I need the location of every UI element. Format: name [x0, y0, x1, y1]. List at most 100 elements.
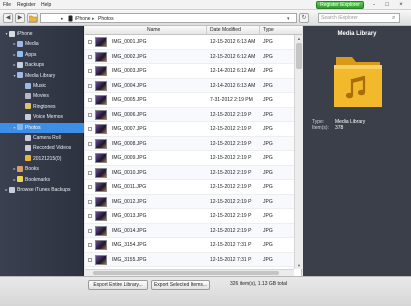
row-checkbox[interactable] [88, 199, 92, 204]
back-button[interactable]: ◀ [3, 13, 13, 23]
file-name: IMG_0005.JPG [112, 97, 147, 103]
folder-icon [28, 15, 37, 23]
sidebar-item[interactable]: Ringtones [0, 102, 84, 112]
scroll-up-icon[interactable]: ▲ [295, 35, 303, 42]
table-row[interactable]: IMG_0009.JPG 12-15-2012 2:19 P JPG [85, 151, 294, 166]
photo-thumbnail [95, 196, 107, 207]
column-divider[interactable] [259, 26, 260, 35]
photo-thumbnail [95, 240, 107, 250]
sidebar-item[interactable]: Camera Roll [0, 133, 84, 143]
vertical-scrollbar[interactable]: ▲ ▼ [294, 35, 302, 269]
sidebar-item[interactable]: Music [0, 81, 84, 91]
scroll-thumb[interactable] [93, 271, 279, 275]
table-row[interactable]: IMG_0004.JPG 12-14-2012 6:13 AM JPG [85, 78, 294, 93]
column-header-name[interactable]: Name [147, 27, 160, 33]
export-library-button[interactable]: Export Entire Library... [88, 280, 148, 290]
sidebar-item[interactable]: ▸ Books [0, 164, 84, 174]
sidebar-item[interactable]: ▸ Backups [0, 60, 84, 70]
export-selected-button[interactable]: Export Selected Items... [151, 280, 210, 290]
table-row[interactable]: IMG_0002.JPG 12-15-2012 6:12 AM JPG [85, 49, 294, 64]
table-row[interactable]: IMG_0001.JPG 12-15-2012 6:13 AM JPG [85, 35, 294, 50]
table-row[interactable]: IMG_0014.JPG 12-15-2012 2:19 P JPG [85, 223, 294, 238]
sidebar-item[interactable]: Recorded Videos [0, 143, 84, 153]
breadcrumb-separator: ▸ [61, 16, 64, 22]
maximize-button[interactable]: □ [381, 1, 393, 9]
file-type: JPG [263, 39, 273, 45]
sidebar-item[interactable]: ▸ Media [0, 39, 84, 49]
column-header-type[interactable]: Type [263, 27, 274, 33]
file-date: 12-15-2012 2:19 P [210, 140, 252, 147]
file-type: JPG [263, 53, 273, 60]
row-checkbox[interactable] [88, 228, 92, 233]
row-checkbox[interactable] [88, 83, 92, 88]
table-row[interactable]: IMG_0012.JPG 12-15-2012 2:19 P JPG [85, 194, 294, 209]
photo-thumbnail [95, 153, 107, 163]
address-bar[interactable]: ▸ iPhone ▸ Photos ▾ [40, 13, 297, 23]
sidebar-item[interactable]: ▾ iPhone [0, 29, 84, 39]
row-checkbox[interactable] [88, 185, 92, 189]
file-name: IMG_0006.JPG [112, 111, 147, 118]
table-row[interactable]: IMG_0008.JPG 12-15-2012 2:19 P JPG [85, 136, 294, 151]
refresh-button[interactable]: ↻ [299, 13, 309, 23]
folder-up-button[interactable] [27, 13, 38, 23]
row-checkbox[interactable] [88, 257, 92, 262]
column-divider[interactable] [206, 26, 207, 35]
scroll-thumb[interactable] [296, 43, 302, 69]
chevron-down-icon[interactable]: ▾ [287, 16, 290, 22]
music-note-icon [17, 41, 23, 48]
row-checkbox[interactable] [88, 40, 92, 44]
column-header-date[interactable]: Date Modified [210, 27, 241, 33]
sidebar-item[interactable]: ▸ Bookmarks [0, 175, 84, 185]
menu-register[interactable]: Register [17, 2, 36, 8]
menu-help[interactable]: Help [41, 2, 51, 8]
sidebar-item-label: Books [25, 166, 39, 173]
row-checkbox[interactable] [88, 243, 92, 247]
table-row[interactable]: IMG_0011.JPG 12-15-2012 2:19 P JPG [85, 180, 294, 195]
row-checkbox[interactable] [88, 170, 92, 175]
sidebar-item[interactable]: ▸ Apps [0, 50, 84, 60]
scroll-down-icon[interactable]: ▼ [295, 262, 303, 269]
file-type: JPG [263, 155, 273, 161]
menu-bar: File Register Help Register iExplorer - … [0, 0, 411, 10]
search-input[interactable]: Search iExplorer [318, 13, 400, 23]
music-note-icon [25, 82, 31, 89]
table-row[interactable]: IMG_0005.JPG 7-31-2012 2:19 PM JPG [85, 93, 294, 108]
row-checkbox[interactable] [88, 127, 92, 131]
menu-file[interactable]: File [3, 2, 11, 8]
row-checkbox[interactable] [88, 214, 92, 218]
table-row[interactable]: IMG_0003.JPG 12-14-2012 6:12 AM JPG [85, 64, 294, 79]
sidebar-item[interactable]: ▾ Media Library [0, 71, 84, 81]
horizontal-scrollbar[interactable] [85, 269, 294, 276]
details-title: Media Library [337, 31, 377, 37]
search-icon[interactable]: ⌕ [392, 14, 409, 22]
details-panel: Media Library Type: Media Library Item(s… [303, 26, 411, 276]
register-button[interactable]: Register iExplorer [316, 1, 364, 9]
sidebar-item[interactable]: 20121215(0) [0, 154, 84, 164]
sidebar-item[interactable]: ▾ Photos [0, 122, 84, 133]
minimize-button[interactable]: - [368, 1, 380, 9]
table-row[interactable]: IMG_0007.JPG 12-15-2012 2:19 P JPG [85, 122, 294, 137]
breadcrumb-folder[interactable]: Photos [98, 16, 114, 22]
forward-button[interactable]: ▶ [15, 13, 25, 23]
row-checkbox[interactable] [88, 156, 92, 160]
row-checkbox[interactable] [88, 98, 92, 102]
table-row[interactable]: IMG_3155.JPG 12-15-2012 7:31 P JPG [85, 252, 294, 267]
table-row[interactable]: IMG_0006.JPG 12-15-2012 2:19 P JPG [85, 107, 294, 122]
table-row[interactable]: IMG_0013.JPG 12-15-2012 2:19 P JPG [85, 209, 294, 224]
photos-icon [17, 124, 23, 131]
breadcrumb-device[interactable]: iPhone [75, 16, 91, 22]
file-name: IMG_0001.JPG [112, 39, 147, 45]
sidebar-item[interactable]: ▸ Browse iTunes Backups [0, 185, 84, 195]
row-checkbox[interactable] [88, 112, 92, 117]
table-row[interactable]: IMG_3154.JPG 12-15-2012 7:31 P JPG [85, 238, 294, 253]
file-date: 12-15-2012 2:19 P [210, 155, 252, 161]
sidebar-item[interactable]: Movies [0, 91, 84, 101]
row-checkbox[interactable] [88, 141, 92, 146]
close-button[interactable]: × [395, 1, 407, 9]
table-row[interactable]: IMG_0010.JPG 12-15-2012 2:19 P JPG [85, 165, 294, 180]
file-name: IMG_3155.JPG [112, 256, 147, 263]
row-checkbox[interactable] [88, 69, 92, 73]
row-checkbox[interactable] [88, 54, 92, 59]
sidebar-item[interactable]: Voice Memos [0, 112, 84, 122]
sidebar-item-label: Ringtones [33, 103, 56, 110]
